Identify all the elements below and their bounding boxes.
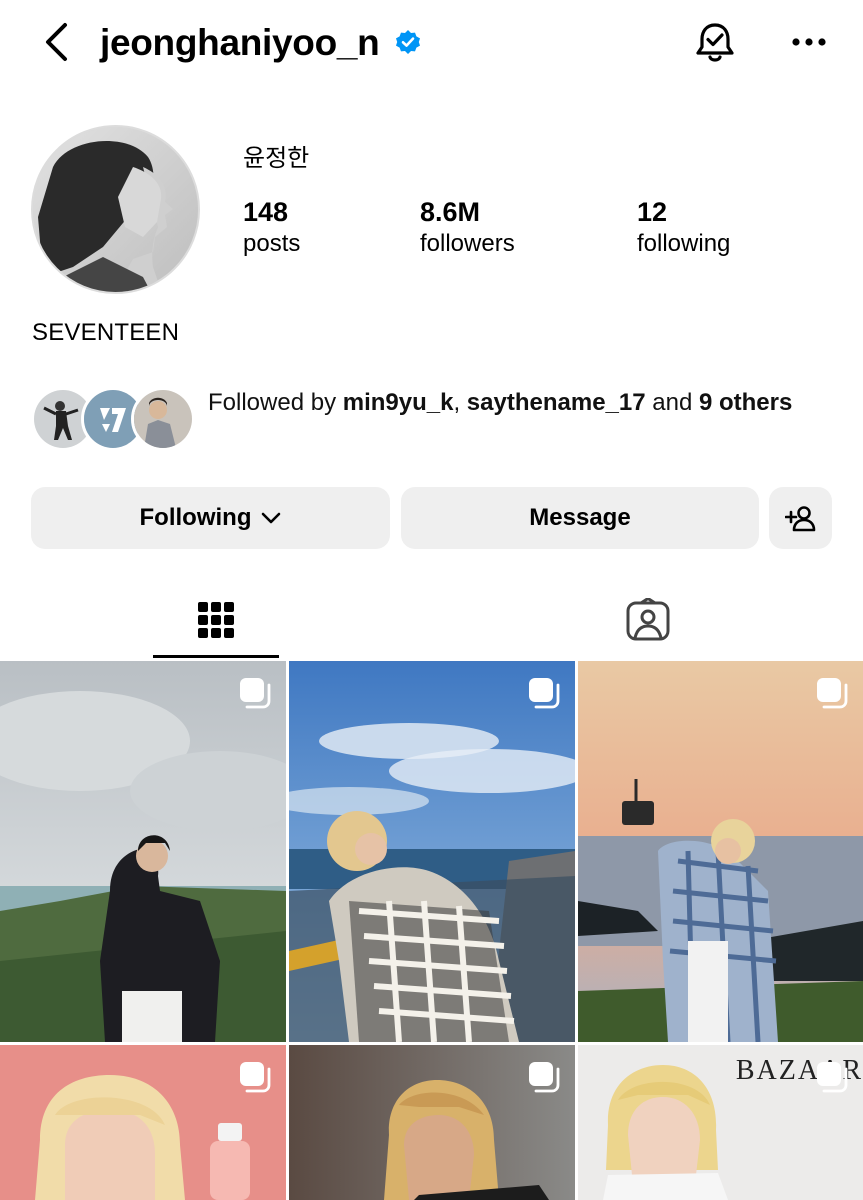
posts-count-label: posts [243, 230, 301, 257]
profile-header: jeonghaniyoo_n [0, 0, 863, 90]
posts-count[interactable]: 148 posts [243, 195, 300, 259]
mutual-username-2[interactable]: saythename_17 [467, 389, 646, 416]
followed-by-prefix: Followed by [208, 389, 343, 416]
followers-count-label: followers [420, 230, 515, 257]
multiple-photos-icon [529, 678, 560, 709]
more-options-button[interactable] [786, 25, 832, 59]
mutual-avatar-3-image [134, 390, 192, 448]
post-thumbnail-6[interactable]: BAZAAR [578, 1045, 863, 1200]
post-thumbnail-5[interactable] [289, 1045, 575, 1200]
multiple-photos-icon [817, 1062, 848, 1093]
post-thumbnail-1[interactable] [0, 661, 286, 1042]
multiple-photos-icon [817, 678, 848, 709]
tagged-person-icon [626, 598, 670, 641]
chevron-down-icon [261, 511, 281, 525]
post-image [578, 661, 863, 1042]
mutual-avatar-3 [131, 387, 195, 451]
posts-count-value: 148 [243, 197, 289, 227]
mutual-followers-avatars[interactable] [31, 387, 196, 451]
tab-posts-grid[interactable] [153, 585, 279, 655]
posts-grid: BAZAAR [0, 661, 863, 1200]
followed-by-and: and [645, 389, 699, 416]
suggested-users-button[interactable] [769, 487, 832, 549]
avatar-image [33, 127, 198, 292]
multiple-photos-icon [240, 678, 271, 709]
message-button-label: Message [529, 504, 631, 531]
bell-check-icon [696, 23, 734, 62]
profile-bio: SEVENTEEN [32, 319, 180, 346]
profile-avatar[interactable] [31, 125, 200, 294]
mutual-username-1[interactable]: min9yu_k [343, 389, 454, 416]
post-thumbnail-2[interactable] [289, 661, 575, 1042]
verified-badge-icon [396, 30, 420, 54]
following-button-label: Following [139, 504, 252, 531]
back-button[interactable] [36, 20, 76, 64]
followed-by-separator: , [453, 389, 467, 416]
more-horizontal-icon [792, 38, 826, 46]
post-image [0, 661, 286, 1042]
notifications-button[interactable] [690, 18, 740, 68]
chevron-left-icon [46, 23, 67, 61]
followed-by-text[interactable]: Followed by min9yu_k, saythename_17 and … [208, 386, 808, 419]
following-count-value: 12 [637, 197, 668, 227]
username-title: jeonghaniyoo_n [100, 22, 380, 63]
post-image [289, 661, 575, 1042]
followers-count[interactable]: 8.6M followers [420, 195, 515, 259]
post-thumbnail-3[interactable] [578, 661, 863, 1042]
add-user-icon [784, 506, 815, 532]
mutual-others-count[interactable]: 9 others [699, 389, 792, 416]
multiple-photos-icon [240, 1062, 271, 1093]
grid-icon [198, 602, 234, 638]
display-name: 윤정한 [243, 145, 310, 172]
tab-tagged[interactable] [585, 585, 711, 655]
active-tab-indicator [153, 655, 279, 658]
post-thumbnail-4[interactable] [0, 1045, 286, 1200]
followers-count-value: 8.6M [420, 197, 481, 227]
following-button[interactable]: Following [31, 487, 390, 549]
message-button[interactable]: Message [401, 487, 759, 549]
following-count[interactable]: 12 following [637, 195, 730, 259]
multiple-photos-icon [529, 1062, 560, 1093]
following-count-label: following [637, 230, 731, 257]
